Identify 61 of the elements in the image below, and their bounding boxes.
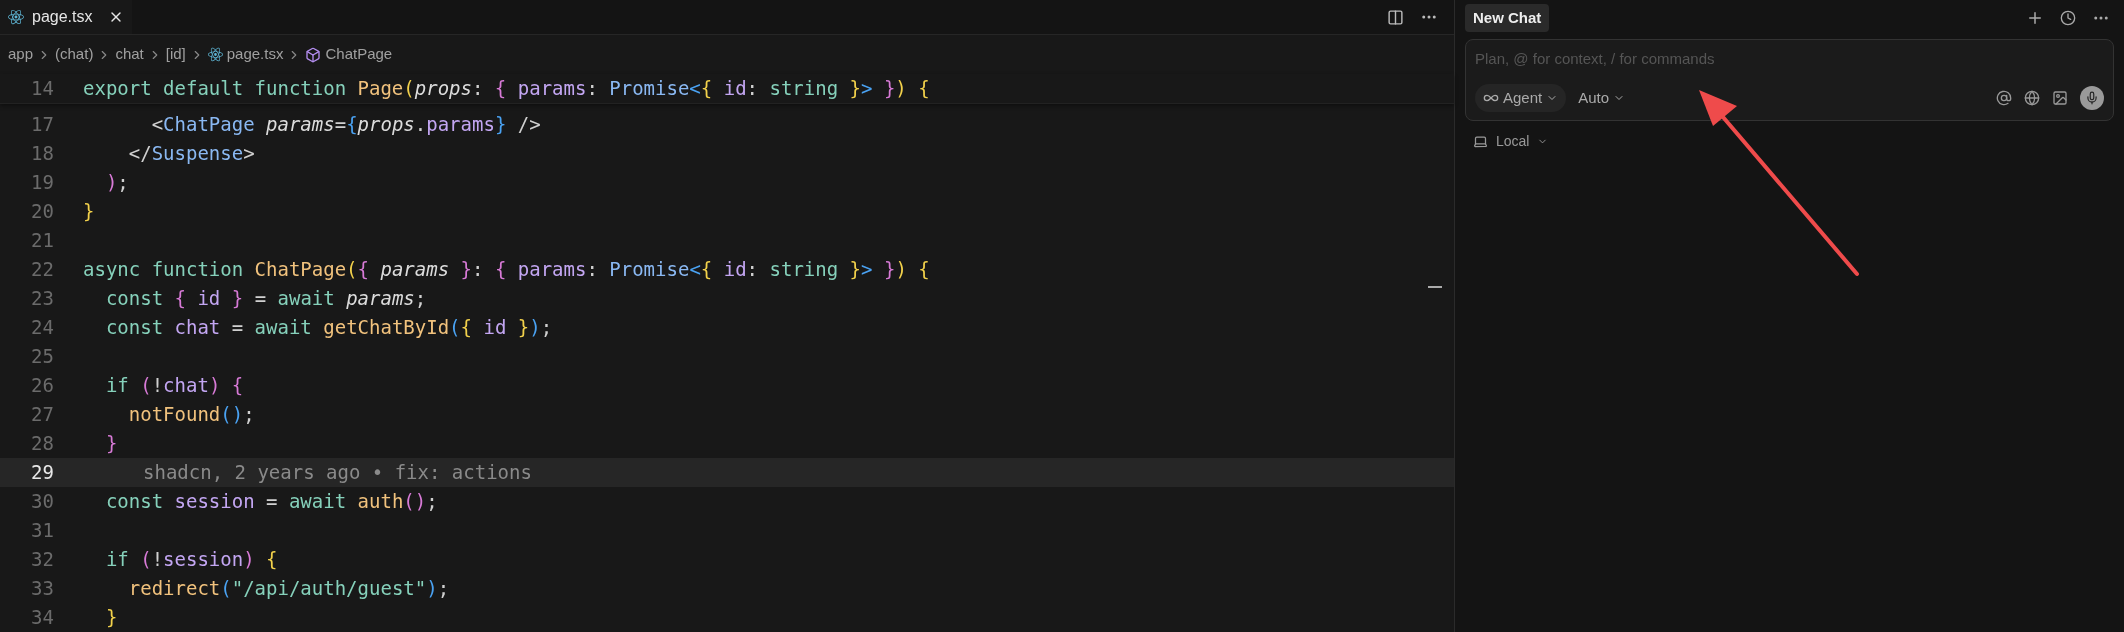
model-dropdown[interactable]: Auto — [1574, 86, 1630, 109]
line-number: 18 — [30, 141, 54, 167]
microphone-icon — [2085, 90, 2099, 105]
line-number: 28 — [30, 431, 54, 457]
line-number: 19 — [30, 170, 54, 196]
code-text: } — [83, 199, 95, 225]
split-editor-icon[interactable] — [1387, 8, 1404, 26]
code-text: export default function Page(props: { params: Promise<{ id: string }> }) { — [83, 76, 930, 102]
breadcrumb-item[interactable]: app — [8, 43, 34, 66]
line-number: 27 — [30, 402, 54, 428]
line-number: 33 — [30, 576, 54, 602]
line-number: 14 — [30, 76, 54, 102]
line-number: 23 — [30, 286, 54, 312]
cube-icon — [305, 46, 322, 63]
laptop-icon — [1473, 134, 1488, 149]
code-text: notFound(); — [127, 402, 255, 428]
chat-input-box[interactable]: Plan, @ for context, / for commands Agent Auto — [1465, 39, 2114, 121]
line-number: 25 — [30, 344, 54, 370]
line-number: 32 — [30, 547, 54, 573]
line-number: 29 — [30, 460, 54, 486]
line-number: 31 — [30, 518, 54, 544]
code-text: const { id } = await params; — [104, 286, 427, 312]
code-text: async function ChatPage({ params }: { params: Promise<{ id: string }> }) { — [83, 257, 930, 283]
line-number: 22 — [30, 257, 54, 283]
blame-annotation: shadcn, 2 years ago • fix: actions — [143, 460, 532, 486]
line-number: 24 — [30, 315, 54, 341]
code-text: } — [104, 431, 118, 457]
line-number: 21 — [30, 228, 54, 254]
microphone-button[interactable] — [2080, 85, 2104, 110]
line-number: 26 — [30, 373, 54, 399]
code-text: </Suspense> — [127, 141, 255, 167]
clock-icon[interactable] — [2060, 10, 2076, 26]
breadcrumb-item[interactable]: chat — [115, 43, 144, 66]
plus-icon[interactable] — [2026, 9, 2044, 27]
editor-tab[interactable]: page.tsx — [0, 0, 133, 35]
breadcrumb-item[interactable]: page.tsx — [226, 43, 284, 66]
breadcrumb-item[interactable]: [id] — [165, 43, 186, 66]
line-number: 34 — [30, 605, 54, 631]
line-number: 17 — [30, 112, 54, 138]
code-text: const chat = await getChatById({ id }); — [104, 315, 553, 341]
image-icon[interactable] — [2052, 89, 2068, 106]
at-sign-icon[interactable] — [1996, 89, 2012, 106]
line-number: 30 — [30, 489, 54, 515]
code-text: if (!chat) { — [104, 373, 244, 399]
code-text: ); — [104, 170, 129, 196]
code-text: } — [104, 605, 118, 631]
breadcrumb-item[interactable]: ChatPage — [325, 43, 393, 66]
code-text: if (!session) { — [104, 547, 278, 573]
chat-tab[interactable]: New Chat — [1465, 3, 1550, 33]
breadcrumb-item[interactable]: (chat) — [55, 43, 94, 66]
atom-icon — [207, 47, 223, 63]
environment-dropdown[interactable]: Local — [1473, 131, 1549, 152]
globe-icon[interactable] — [2024, 89, 2040, 106]
code-text: const session = await auth(); — [104, 489, 438, 515]
code-text: redirect("/api/auth/guest"); — [127, 576, 450, 602]
tab-label: page.tsx — [32, 7, 93, 28]
atom-icon — [8, 9, 24, 26]
line-number: 20 — [30, 199, 54, 225]
scroll-marker — [1428, 286, 1442, 288]
code-text: <ChatPage params={props.params} /> — [150, 112, 541, 138]
mode-dropdown[interactable]: Agent — [1475, 83, 1567, 112]
